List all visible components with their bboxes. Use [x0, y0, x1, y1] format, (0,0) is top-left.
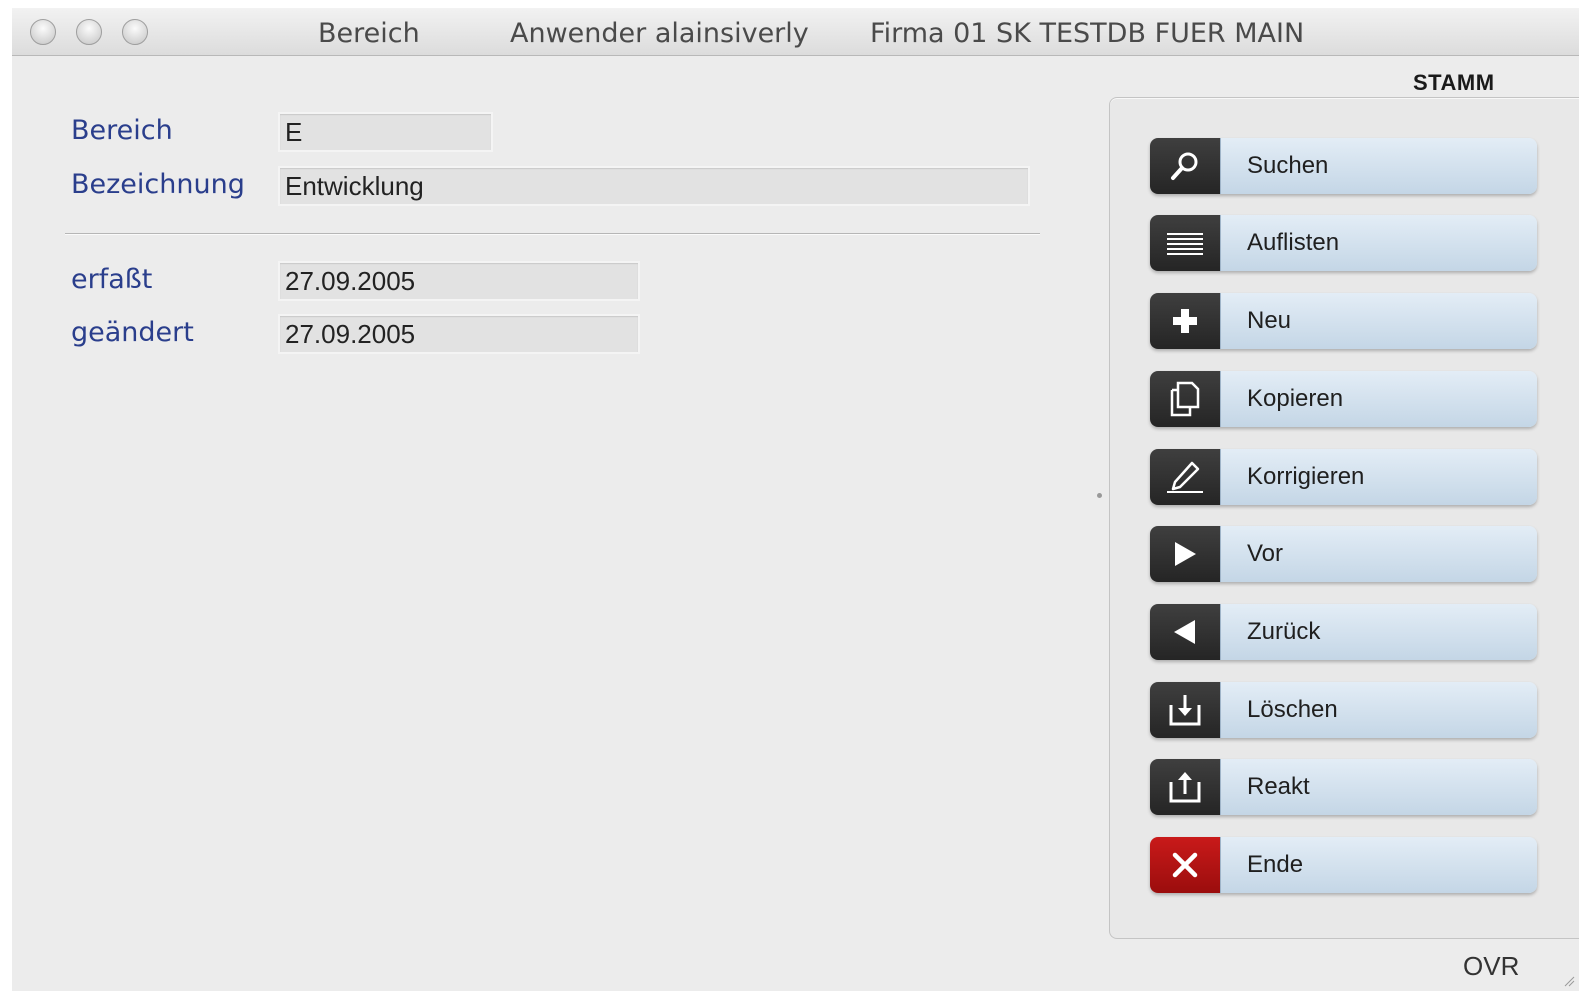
loeschen-button[interactable]: Löschen — [1150, 682, 1537, 738]
title-bar: Bereich Anwender alainsiverly Firma 01 S… — [12, 8, 1579, 56]
zoom-window-button[interactable] — [122, 19, 148, 45]
plus-icon — [1150, 293, 1220, 349]
reakt-button[interactable]: Reakt — [1150, 759, 1537, 815]
kopieren-button[interactable]: Kopieren — [1150, 371, 1537, 427]
tray-upload-icon — [1150, 759, 1220, 815]
close-window-button[interactable] — [30, 19, 56, 45]
erfasst-date-field[interactable]: 27.09.2005 — [278, 261, 640, 301]
neu-button[interactable]: Neu — [1150, 293, 1537, 349]
form-separator — [65, 233, 1040, 235]
play-back-icon — [1150, 604, 1220, 660]
korrigieren-label: Korrigieren — [1220, 449, 1537, 505]
play-forward-icon — [1150, 526, 1220, 582]
resize-dot — [1097, 493, 1102, 498]
minimize-window-button[interactable] — [76, 19, 102, 45]
search-icon — [1150, 138, 1220, 194]
app-window: Bereich Anwender alainsiverly Firma 01 S… — [12, 8, 1579, 991]
erfasst-label: erfaßt — [71, 264, 153, 295]
list-icon — [1150, 215, 1220, 271]
panel-title: STAMM — [1413, 70, 1495, 95]
bezeichnung-field[interactable]: Entwicklung — [278, 166, 1030, 206]
status-mode: OVR — [1463, 951, 1520, 981]
auflisten-label: Auflisten — [1220, 215, 1537, 271]
neu-label: Neu — [1220, 293, 1537, 349]
vor-button[interactable]: Vor — [1150, 526, 1537, 582]
geaendert-date-field[interactable]: 27.09.2005 — [278, 314, 640, 354]
reakt-label: Reakt — [1220, 759, 1537, 815]
bereich-label: Bereich — [71, 115, 173, 146]
resize-grip-icon[interactable] — [1563, 975, 1575, 987]
vor-label: Vor — [1220, 526, 1537, 582]
user-name: Anwender alainsiverly — [510, 18, 809, 49]
auflisten-button[interactable]: Auflisten — [1150, 215, 1537, 271]
korrigieren-button[interactable]: Korrigieren — [1150, 449, 1537, 505]
geaendert-label: geändert — [71, 317, 194, 348]
close-x-icon — [1150, 837, 1220, 893]
copy-icon — [1150, 371, 1220, 427]
zurueck-button[interactable]: Zurück — [1150, 604, 1537, 660]
ende-button[interactable]: Ende — [1150, 837, 1537, 893]
bezeichnung-label: Bezeichnung — [71, 169, 245, 200]
loeschen-label: Löschen — [1220, 682, 1537, 738]
kopieren-label: Kopieren — [1220, 371, 1537, 427]
suchen-button[interactable]: Suchen — [1150, 138, 1537, 194]
tray-download-icon — [1150, 682, 1220, 738]
zurueck-label: Zurück — [1220, 604, 1537, 660]
company-name: Firma 01 SK TESTDB FUER MAIN — [870, 18, 1305, 49]
suchen-label: Suchen — [1220, 138, 1537, 194]
pen-icon — [1150, 449, 1220, 505]
ende-label: Ende — [1220, 837, 1537, 893]
bereich-field[interactable]: E — [278, 112, 493, 152]
window-title: Bereich — [318, 18, 420, 49]
